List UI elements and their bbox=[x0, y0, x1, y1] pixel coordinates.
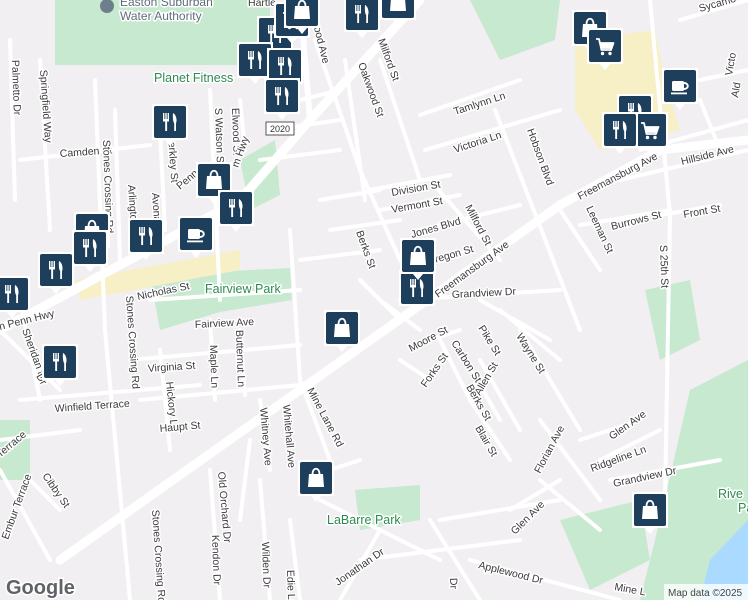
map-marker-restaurant[interactable] bbox=[344, 0, 380, 38]
poi-line-1: Easton Suburban bbox=[120, 0, 213, 9]
street-label: Old Orchard Dr bbox=[215, 471, 233, 543]
street-label: Edie Ln bbox=[284, 570, 297, 600]
street-label: Springfield Way bbox=[37, 69, 54, 144]
map-marker-shopping[interactable] bbox=[324, 310, 360, 352]
route-2020-shield: 2020 bbox=[265, 121, 295, 136]
street-label: Hartle bbox=[248, 0, 276, 9]
street-label: Wilden Dr bbox=[259, 542, 273, 589]
park-label-labarre[interactable]: LaBarre Park bbox=[326, 512, 403, 529]
map-marker-shopping[interactable] bbox=[632, 492, 668, 534]
map-marker-restaurant[interactable] bbox=[264, 78, 300, 120]
street-label: Winfield Terrace bbox=[54, 398, 130, 415]
street-label: Virginia St bbox=[147, 360, 195, 375]
marker-body bbox=[74, 232, 106, 264]
street-label: Butternut Ln bbox=[233, 330, 247, 388]
street-label: Whitehall Ave bbox=[280, 404, 297, 468]
shopping-bag-icon bbox=[389, 0, 407, 12]
street-label: Vermont St bbox=[390, 195, 443, 216]
map-marker-coffee[interactable] bbox=[662, 68, 698, 110]
street-label: Pike St bbox=[475, 323, 503, 358]
map-marker-restaurant[interactable] bbox=[38, 252, 74, 294]
street-label: Applewood Dr bbox=[477, 559, 544, 587]
map-marker-restaurant[interactable] bbox=[602, 112, 638, 154]
marker-body bbox=[130, 220, 162, 252]
google-logo: Google bbox=[5, 576, 77, 600]
street-label: Freemansburg Ave bbox=[576, 150, 660, 202]
park-label-fairview[interactable]: Fairview Park bbox=[204, 281, 283, 298]
marker-body bbox=[269, 50, 301, 82]
street-label: Ridgeline Ln bbox=[589, 444, 648, 475]
street-label: Maple Ln bbox=[207, 345, 221, 389]
poi-line-2: Water Authority bbox=[120, 9, 202, 23]
map-marker-shopping[interactable] bbox=[400, 238, 436, 280]
street-label: Sycamo bbox=[698, 0, 738, 15]
street-label: Stones Crossing Rd bbox=[123, 295, 141, 389]
marker-body bbox=[0, 278, 28, 310]
river-line-2: Pa bbox=[738, 501, 748, 515]
street-label: S 25th St bbox=[657, 245, 671, 289]
street-label: Leeman St bbox=[583, 204, 615, 255]
attribution-text[interactable]: Map data ©2025 bbox=[668, 588, 743, 599]
street-label: Ald bbox=[729, 81, 743, 98]
route-2020-label: 2020 bbox=[270, 124, 290, 134]
street-label: Forks St bbox=[419, 351, 451, 390]
map-marker-shopping[interactable] bbox=[587, 28, 623, 70]
map-marker-restaurant[interactable] bbox=[42, 344, 78, 386]
street-label: Grandview Dr bbox=[452, 286, 517, 301]
map-canvas[interactable]: 2020 Fairview Park LaBarre Park Planet F… bbox=[0, 0, 748, 600]
street-label: Mine Lane Rd bbox=[304, 386, 345, 449]
map-marker-restaurant[interactable] bbox=[152, 104, 188, 146]
marker-body bbox=[40, 254, 72, 286]
street-label: Whitney Ave bbox=[257, 407, 274, 466]
map-marker-restaurant[interactable] bbox=[72, 230, 108, 272]
street-label: Kendon Dr bbox=[209, 535, 223, 586]
marker-body bbox=[154, 106, 186, 138]
map-marker-coffee[interactable] bbox=[178, 216, 214, 258]
park-label-planet-fitness[interactable]: Planet Fitness bbox=[153, 70, 235, 87]
marker-body bbox=[266, 80, 298, 112]
street-label: Hobson Blvd bbox=[524, 127, 556, 187]
street-label: Front St bbox=[682, 203, 721, 221]
street-label: Jonathan Dr bbox=[333, 546, 387, 589]
street-label: Palmetto Dr bbox=[9, 60, 23, 116]
poi-label-water-authority: Easton Suburban Water Authority bbox=[120, 0, 213, 23]
street-label: Carbon St bbox=[448, 338, 483, 385]
park-east-green bbox=[645, 280, 700, 360]
marker-body bbox=[220, 192, 252, 224]
street-label: Burrows St bbox=[610, 209, 663, 233]
street-label: Stones Crossing Rd bbox=[149, 509, 167, 600]
street-label: Mine L bbox=[613, 581, 646, 598]
map-marker-shopping[interactable] bbox=[298, 460, 334, 502]
river-line-1: Rive bbox=[718, 487, 743, 501]
street-label: Jones Blvd bbox=[410, 215, 463, 241]
street-label: Haupt St bbox=[159, 419, 201, 435]
map-marker-restaurant[interactable] bbox=[0, 276, 30, 318]
street-label: Dr bbox=[447, 578, 459, 590]
google-logo-text: Google bbox=[6, 577, 75, 599]
marker-body bbox=[239, 44, 271, 76]
map-marker-shopping[interactable] bbox=[380, 0, 416, 26]
map-marker-restaurant[interactable] bbox=[218, 190, 254, 232]
marker-body bbox=[44, 346, 76, 378]
street-label: S Watson St bbox=[212, 108, 226, 166]
marker-body bbox=[604, 114, 636, 146]
map-marker-restaurant[interactable] bbox=[128, 218, 164, 260]
park-north-green bbox=[470, 0, 560, 60]
marker-body bbox=[346, 0, 378, 30]
